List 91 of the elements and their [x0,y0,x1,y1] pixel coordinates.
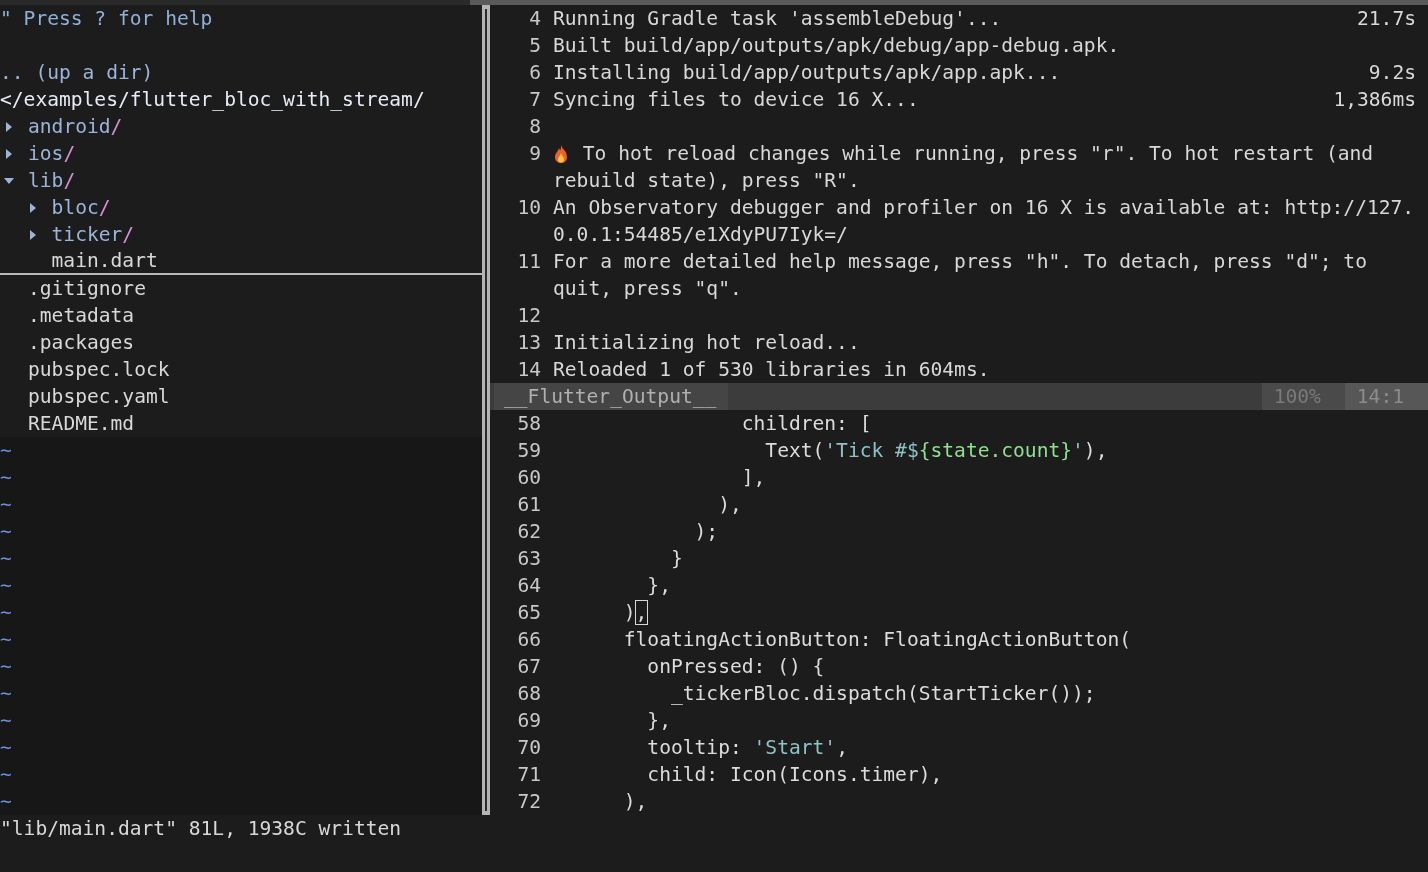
output-message: quit, press "q". [553,276,742,302]
line-number: 70 [516,735,542,761]
empty-line-marker: ~ [0,573,13,599]
line-number: 11 [516,249,542,275]
line-number: 5 [528,33,542,59]
elapsed-time: 21.7s [1357,6,1417,32]
file-entry[interactable]: pubspec.lock [28,356,170,383]
code-line: }, [646,573,671,599]
elapsed-time: 1,386ms [1333,87,1417,113]
file-entry[interactable]: .gitignore [28,275,146,302]
empty-line-marker: ~ [0,438,13,464]
output-message: rebuild state), press "R". [553,168,860,194]
code-line: } [669,546,683,572]
code-line: ], [740,465,766,491]
code-line: }, [646,708,671,734]
folder-entry[interactable]: lib/ [28,167,76,194]
code-line: child: Icon(Icons.timer), [646,762,943,788]
line-number: 6 [528,60,542,86]
empty-line-marker: ~ [0,600,13,626]
output-message: 0.0.1:54485/e1XdyPU7Iyk=/ [553,222,848,248]
code-line: _tickerBloc.dispatch(StartTicker()); [669,681,1096,707]
line-number: 58 [516,411,542,437]
output-message: Reloaded 1 of 530 libraries in 604ms. [553,357,990,383]
empty-line-marker: ~ [0,654,13,680]
code-line: floatingActionButton: FloatingActionButton( [622,627,1132,653]
line-number: 13 [516,330,542,356]
folder-entry[interactable]: bloc/ [51,194,111,221]
output-message: To hot reload changes while running, press "r". To hot restart (and [581,141,1374,167]
line-number: 66 [516,627,542,653]
line-number: 71 [516,762,542,788]
empty-line-marker: ~ [0,681,13,707]
line-number: 12 [516,303,542,329]
line-number: 72 [516,789,542,815]
file-entry[interactable]: main.dart [51,247,158,274]
line-number: 61 [516,492,542,518]
help-hint: " Press ? for help [0,6,214,32]
line-number: 65 [516,600,542,626]
collapsed-triangle-icon[interactable] [27,201,38,214]
empty-line-marker: ~ [0,627,13,653]
line-number: 64 [516,573,542,599]
code-line: onPressed: () { [646,654,825,680]
line-number: 67 [516,654,542,680]
code-line: ), [622,600,648,626]
code-line: ); [693,519,719,545]
empty-line-marker: ~ [0,465,13,491]
code-line: children: [ [740,411,872,437]
empty-line-marker: ~ [0,789,13,815]
file-entry[interactable]: .packages [28,329,135,356]
empty-line-marker: ~ [0,708,13,734]
up-directory-entry[interactable]: .. (up a dir) [0,59,482,86]
line-number: 59 [516,438,542,464]
collapsed-triangle-icon[interactable] [4,147,14,160]
command-message: "lib/main.dart" 81L, 1938C written [0,816,403,842]
line-number: 62 [516,519,542,545]
collapsed-triangle-icon[interactable] [27,228,38,241]
code-line: Text('Tick #${state.count}'), [764,438,1108,464]
line-number: 69 [516,708,542,734]
empty-line-marker: ~ [0,762,13,788]
folder-entry[interactable]: android/ [28,113,123,140]
line-number: 7 [528,87,542,113]
empty-line-marker: ~ [0,519,13,545]
line-number: 14 [516,357,542,383]
empty-line-marker: ~ [0,492,13,518]
output-message: Built build/app/outputs/apk/debug/app-debug.apk. [553,33,1120,59]
root-path: </examples/flutter_bloc_with_stream/ [0,87,426,113]
elapsed-time: 9.2s [1368,60,1417,86]
collapsed-triangle-icon[interactable] [4,120,14,133]
folder-entry[interactable]: ticker/ [51,221,135,248]
empty-line-marker: ~ [0,735,13,761]
file-entry[interactable]: .metadata [28,302,135,329]
code-line: tooltip: 'Start', [646,735,848,761]
output-message: Initializing hot reload... [553,330,860,356]
output-message: Installing build/app/outputs/apk/app.apk... [553,60,1061,86]
output-message: An Observatory debugger and profiler on 16 X is available at: http://127. [553,195,1415,221]
output-message: Syncing files to device 16 X... [553,87,919,113]
file-entry[interactable]: pubspec.yaml [28,383,170,410]
line-number: 9 [528,141,542,167]
code-line: ), [717,492,742,518]
file-entry[interactable]: README.md [28,410,135,437]
line-number: 60 [516,465,542,491]
line-number: 68 [516,681,542,707]
line-number: 10 [516,195,542,221]
output-message: Running Gradle task 'assembleDebug'... [553,6,1002,32]
folder-entry[interactable]: ios/ [28,140,76,167]
buffer-name: __Flutter_Output__ [494,383,729,410]
line-number: 63 [516,546,542,572]
line-number: 8 [528,114,542,140]
output-message: For a more detailed help message, press "h". To detach, press "d"; to [553,249,1367,275]
code-line: ), [622,789,648,815]
empty-line-marker: ~ [0,546,13,572]
line-number: 4 [528,6,542,32]
